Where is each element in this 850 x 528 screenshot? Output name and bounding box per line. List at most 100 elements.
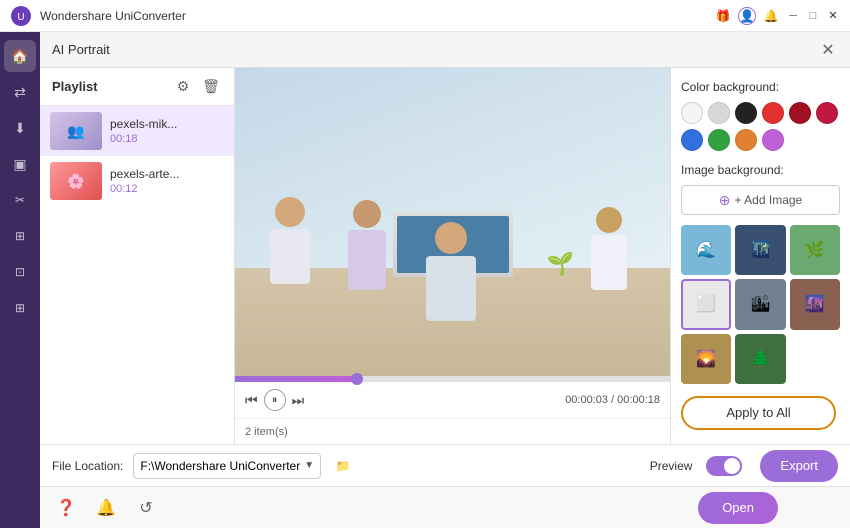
dialog-title: AI Portrait bbox=[52, 42, 818, 57]
playlist-settings-button[interactable]: ⚙ bbox=[172, 76, 194, 98]
gift-icon[interactable]: 🎁 bbox=[714, 7, 732, 25]
preview-toggle[interactable] bbox=[706, 456, 742, 476]
dropdown-arrow-icon: ▼ bbox=[304, 460, 314, 471]
image-thumb-2[interactable]: 🌃 bbox=[735, 225, 785, 275]
apply-to-all-button[interactable]: Apply to All bbox=[681, 396, 836, 430]
playlist-item[interactable]: 🌸 pexels-arte... 00:12 bbox=[40, 156, 234, 206]
alert-icon[interactable]: 🔔 bbox=[92, 494, 120, 522]
svg-text:U: U bbox=[17, 12, 24, 23]
sidebar-item-download[interactable]: ⬇ bbox=[4, 112, 36, 144]
color-swatch-darkred[interactable] bbox=[789, 102, 811, 124]
video-area: 🌱 bbox=[235, 68, 670, 444]
color-swatch-red[interactable] bbox=[762, 102, 784, 124]
playlist-thumb-2: 🌸 bbox=[50, 162, 102, 200]
image-thumb-1[interactable]: 🌊 bbox=[681, 225, 731, 275]
color-swatches bbox=[681, 102, 840, 151]
right-panel: Color background: bbox=[670, 68, 850, 444]
sidebar-item-ai[interactable]: ✂ bbox=[4, 184, 36, 216]
image-thumb-8[interactable]: 🌲 bbox=[735, 334, 785, 384]
color-swatch-green[interactable] bbox=[708, 129, 730, 151]
close-window-button[interactable]: ✕ bbox=[826, 9, 840, 23]
playlist-duration-2: 00:12 bbox=[110, 183, 224, 195]
progress-bar-track[interactable] bbox=[235, 376, 670, 382]
main-layout: 🏠 ⇄ ⬇ ▣ ✂ ⊞ ⊡ ⊞ AI Portrait ✕ bbox=[0, 32, 850, 528]
playlist-info-2: pexels-arte... 00:12 bbox=[110, 167, 224, 195]
image-thumb-5[interactable]: 🏙 bbox=[735, 279, 785, 329]
playlist-header: Playlist ⚙ 🗑 bbox=[40, 68, 234, 106]
pause-button[interactable]: ⏸ bbox=[264, 389, 286, 411]
person-left bbox=[270, 197, 310, 284]
playlist-actions: ⚙ 🗑 bbox=[172, 76, 222, 98]
image-thumb-6[interactable]: 🌆 bbox=[790, 279, 840, 329]
playlist-info-1: pexels-mik... 00:18 bbox=[110, 117, 224, 145]
title-bar-controls: 🎁 👤 🔔 ─ □ ✕ bbox=[714, 7, 840, 25]
content-area: AI Portrait ✕ Playlist ⚙ 🗑 bbox=[40, 32, 850, 528]
video-container: 🌱 bbox=[235, 68, 670, 376]
notification-icon[interactable]: 🔔 bbox=[762, 7, 780, 25]
preview-label: Preview bbox=[650, 459, 693, 473]
prev-button[interactable]: ⏮ bbox=[245, 392, 258, 409]
bottom-bar: File Location: F:\Wondershare UniConvert… bbox=[40, 444, 850, 486]
help-icon[interactable]: ❓ bbox=[52, 494, 80, 522]
color-swatch-white[interactable] bbox=[681, 102, 703, 124]
color-bg-label: Color background: bbox=[681, 80, 840, 94]
color-swatch-crimson[interactable] bbox=[816, 102, 838, 124]
feedback-icon[interactable]: ↺ bbox=[132, 494, 160, 522]
add-image-label: + Add Image bbox=[735, 193, 803, 207]
person-right bbox=[591, 207, 627, 290]
person-front bbox=[426, 222, 476, 321]
sidebar-item-enhance[interactable]: ⊞ bbox=[4, 220, 36, 252]
sidebar-item-convert[interactable]: ⇄ bbox=[4, 76, 36, 108]
color-swatch-orange[interactable] bbox=[735, 129, 757, 151]
sidebar-item-tools[interactable]: ⊞ bbox=[4, 292, 36, 324]
playlist-title: Playlist bbox=[52, 79, 172, 94]
playlist-panel: Playlist ⚙ 🗑 👥 bbox=[40, 68, 235, 444]
color-swatch-lightgray[interactable] bbox=[708, 102, 730, 124]
time-display: 00:00:03 / 00:00:18 bbox=[565, 394, 660, 406]
dialog-body: Playlist ⚙ 🗑 👥 bbox=[40, 68, 850, 444]
next-button[interactable]: ⏭ bbox=[292, 392, 305, 409]
add-image-button[interactable]: ⊕ + Add Image bbox=[681, 185, 840, 215]
browse-folder-button[interactable]: 📁 bbox=[331, 454, 355, 478]
app-logo: U bbox=[10, 5, 32, 27]
items-count: 2 item(s) bbox=[245, 426, 288, 438]
file-location-input[interactable]: F:\Wondershare UniConverter ▼ bbox=[133, 453, 321, 479]
ai-portrait-dialog: AI Portrait ✕ Playlist ⚙ 🗑 bbox=[40, 32, 850, 486]
person-center-left bbox=[348, 200, 386, 290]
playlist-item[interactable]: 👥 pexels-mik... 00:18 bbox=[40, 106, 234, 156]
items-count-bar: 2 item(s) bbox=[235, 418, 670, 444]
color-swatch-purple[interactable] bbox=[762, 129, 784, 151]
progress-thumb[interactable] bbox=[351, 373, 363, 385]
sidebar-item-screen[interactable]: ▣ bbox=[4, 148, 36, 180]
title-bar: U Wondershare UniConverter 🎁 👤 🔔 ─ □ ✕ bbox=[0, 0, 850, 32]
sidebar: 🏠 ⇄ ⬇ ▣ ✂ ⊞ ⊡ ⊞ bbox=[0, 32, 40, 528]
open-button[interactable]: Open bbox=[698, 492, 778, 524]
scene-plant: 🌱 bbox=[547, 251, 574, 277]
export-button[interactable]: Export bbox=[760, 450, 838, 482]
user-icon[interactable]: 👤 bbox=[738, 7, 756, 25]
playlist-thumb-1: 👥 bbox=[50, 112, 102, 150]
add-icon: ⊕ bbox=[719, 192, 731, 209]
dialog-header: AI Portrait ✕ bbox=[40, 32, 850, 68]
app-title: Wondershare UniConverter bbox=[40, 9, 714, 23]
sidebar-item-edit[interactable]: ⊡ bbox=[4, 256, 36, 288]
footer-bar: ❓ 🔔 ↺ Open bbox=[40, 486, 850, 528]
progress-bar-fill bbox=[235, 376, 357, 382]
file-location-value: F:\Wondershare UniConverter bbox=[140, 459, 300, 473]
dialog-close-button[interactable]: ✕ bbox=[818, 40, 838, 60]
sidebar-item-home[interactable]: 🏠 bbox=[4, 40, 36, 72]
app-window: U Wondershare UniConverter 🎁 👤 🔔 ─ □ ✕ 🏠… bbox=[0, 0, 850, 528]
color-swatch-black[interactable] bbox=[735, 102, 757, 124]
maximize-button[interactable]: □ bbox=[806, 9, 820, 23]
video-controls: ⏮ ⏸ ⏭ 00:00:03 / 00:00:18 bbox=[235, 382, 670, 418]
image-thumb-3[interactable]: 🌿 bbox=[790, 225, 840, 275]
playlist-delete-button[interactable]: 🗑 bbox=[200, 76, 222, 98]
apply-all-label: Apply to All bbox=[726, 405, 790, 420]
playlist-duration-1: 00:18 bbox=[110, 133, 224, 145]
image-thumb-4[interactable]: ⬜ bbox=[681, 279, 731, 329]
color-swatch-blue[interactable] bbox=[681, 129, 703, 151]
minimize-button[interactable]: ─ bbox=[786, 9, 800, 23]
video-scene: 🌱 bbox=[235, 68, 670, 376]
playlist-items: 👥 pexels-mik... 00:18 🌸 bbox=[40, 106, 234, 444]
image-thumb-7[interactable]: 🌄 bbox=[681, 334, 731, 384]
